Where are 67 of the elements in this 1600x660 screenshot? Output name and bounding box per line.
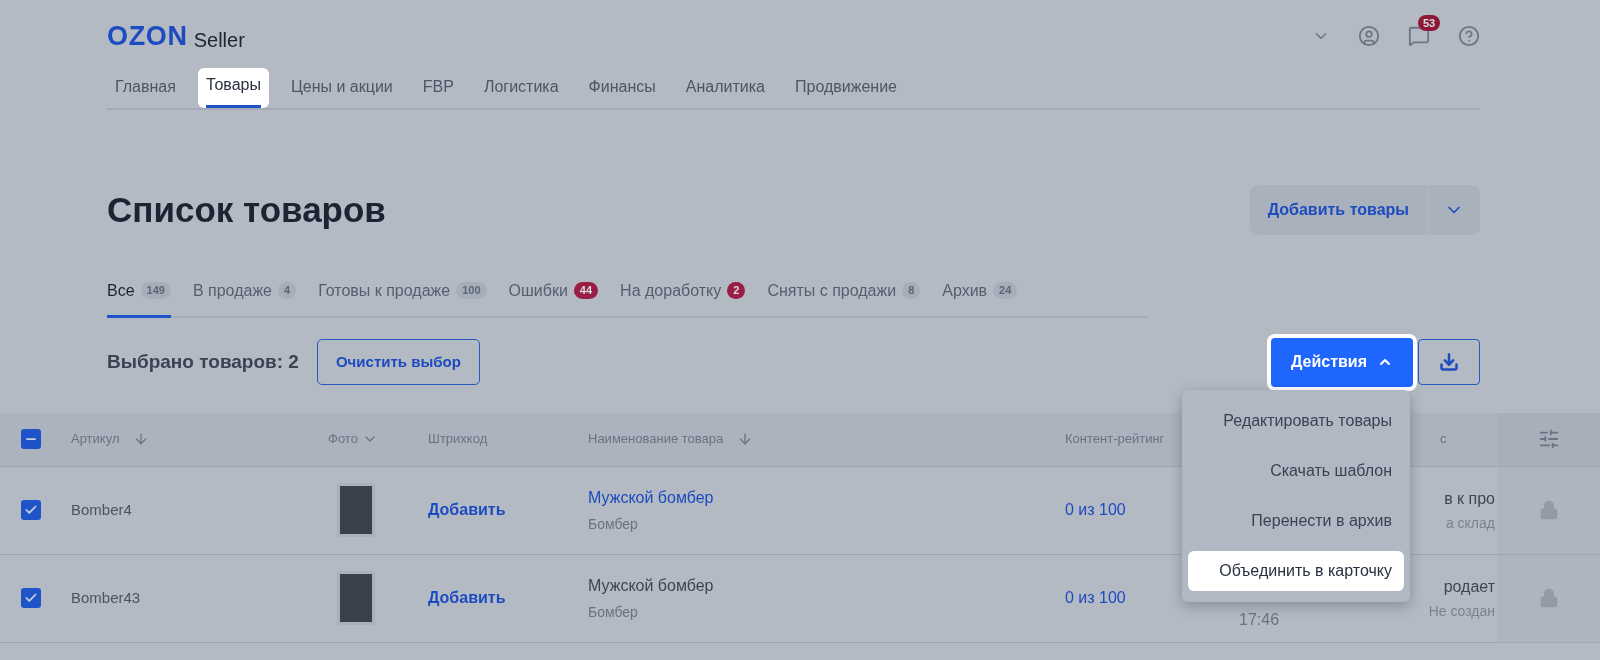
photo-placeholder — [337, 571, 375, 625]
help-icon[interactable] — [1458, 25, 1480, 47]
table-cell: Bomber4 — [71, 500, 132, 518]
content-rating-link[interactable]: 0 из 100 — [1065, 589, 1126, 606]
nav-tab[interactable]: Товары — [197, 68, 269, 108]
status-note: Не создан — [1428, 601, 1495, 621]
status-tab[interactable]: В продаже 4 — [192, 278, 297, 318]
status-tab[interactable]: Готовы к продаже 100 — [318, 278, 487, 318]
status-tab[interactable]: Все 149 — [107, 278, 171, 318]
table-cell: Bomber43 — [71, 588, 141, 606]
nav-tab[interactable]: Финансы — [580, 72, 664, 108]
column-header: с — [1440, 431, 1447, 447]
checkbox[interactable] — [21, 429, 41, 449]
status-text: в к про — [1444, 488, 1495, 509]
status-note: а склад — [1445, 513, 1495, 533]
table-cell: 17:46 — [1239, 611, 1280, 628]
chat-icon[interactable] — [1408, 25, 1430, 47]
selection-count: Выбрано товаров: 2 — [107, 349, 299, 374]
download-icon — [1439, 352, 1459, 372]
check-icon — [24, 591, 38, 605]
count-badge: 8 — [902, 282, 921, 299]
brand-logo[interactable]: OZON — [107, 22, 188, 50]
nav-tab[interactable]: Главная — [107, 72, 184, 108]
nav-tab[interactable]: Аналитика — [677, 72, 773, 108]
column-header: Контент-рейтинг — [1065, 431, 1165, 447]
nav-tab[interactable]: Цены и акции — [282, 72, 401, 108]
status-tab[interactable]: На доработку 2 — [620, 278, 746, 318]
count-badge: 44 — [573, 282, 599, 299]
notification-badge: 53 — [1418, 15, 1441, 31]
column-header[interactable]: Артикул — [71, 429, 120, 449]
user-icon[interactable] — [1358, 25, 1380, 47]
count-badge: 100 — [456, 282, 487, 299]
checkbox[interactable] — [21, 500, 41, 520]
download-button[interactable] — [1418, 339, 1480, 385]
product-name: Seller — [193, 29, 245, 50]
clear-selection-button[interactable]: Очистить выбор — [316, 339, 480, 385]
status-tab[interactable]: Архив 24 — [942, 278, 1018, 318]
photo-placeholder — [337, 483, 375, 537]
count-badge: 2 — [727, 282, 746, 299]
status-tab[interactable]: Ошибки 44 — [508, 278, 599, 318]
content-rating-link[interactable]: 0 из 100 — [1065, 501, 1126, 518]
add-barcode-link[interactable]: Добавить — [428, 589, 506, 606]
product-category: Бомбер — [588, 514, 639, 534]
menu-item[interactable]: Скачать шаблон — [1258, 451, 1404, 491]
status-tab[interactable]: Сняты с продажи 8 — [767, 278, 921, 318]
settings-icon[interactable] — [1537, 428, 1560, 450]
status-text: родает — [1443, 576, 1495, 597]
nav-tab[interactable]: Продвижение — [787, 72, 905, 108]
column-header[interactable]: Наименование товара — [588, 429, 724, 449]
page-title: Список товаров — [107, 189, 386, 231]
product-name-link[interactable]: Мужской бомбер — [588, 485, 1055, 510]
menu-item[interactable]: Редактировать товары — [1211, 401, 1404, 441]
add-products-button[interactable]: Добавить товары — [1249, 185, 1480, 236]
product-category: Бомбер — [588, 602, 639, 622]
checkbox[interactable] — [21, 588, 41, 608]
count-badge: 149 — [140, 282, 171, 299]
nav-tab[interactable]: Логистика — [475, 72, 567, 108]
product-name: Мужской бомбер — [588, 575, 715, 596]
menu-item[interactable]: Объединить в карточку — [1188, 551, 1404, 591]
column-header[interactable]: Фото — [328, 429, 358, 449]
menu-item[interactable]: Перенести в архив — [1239, 501, 1404, 541]
add-barcode-link[interactable]: Добавить — [428, 501, 506, 518]
count-badge: 24 — [993, 282, 1018, 299]
nav-tab[interactable]: FBP — [414, 72, 462, 108]
column-header: Штрихкод — [428, 431, 488, 447]
count-badge: 4 — [278, 282, 297, 299]
check-icon — [24, 503, 38, 517]
